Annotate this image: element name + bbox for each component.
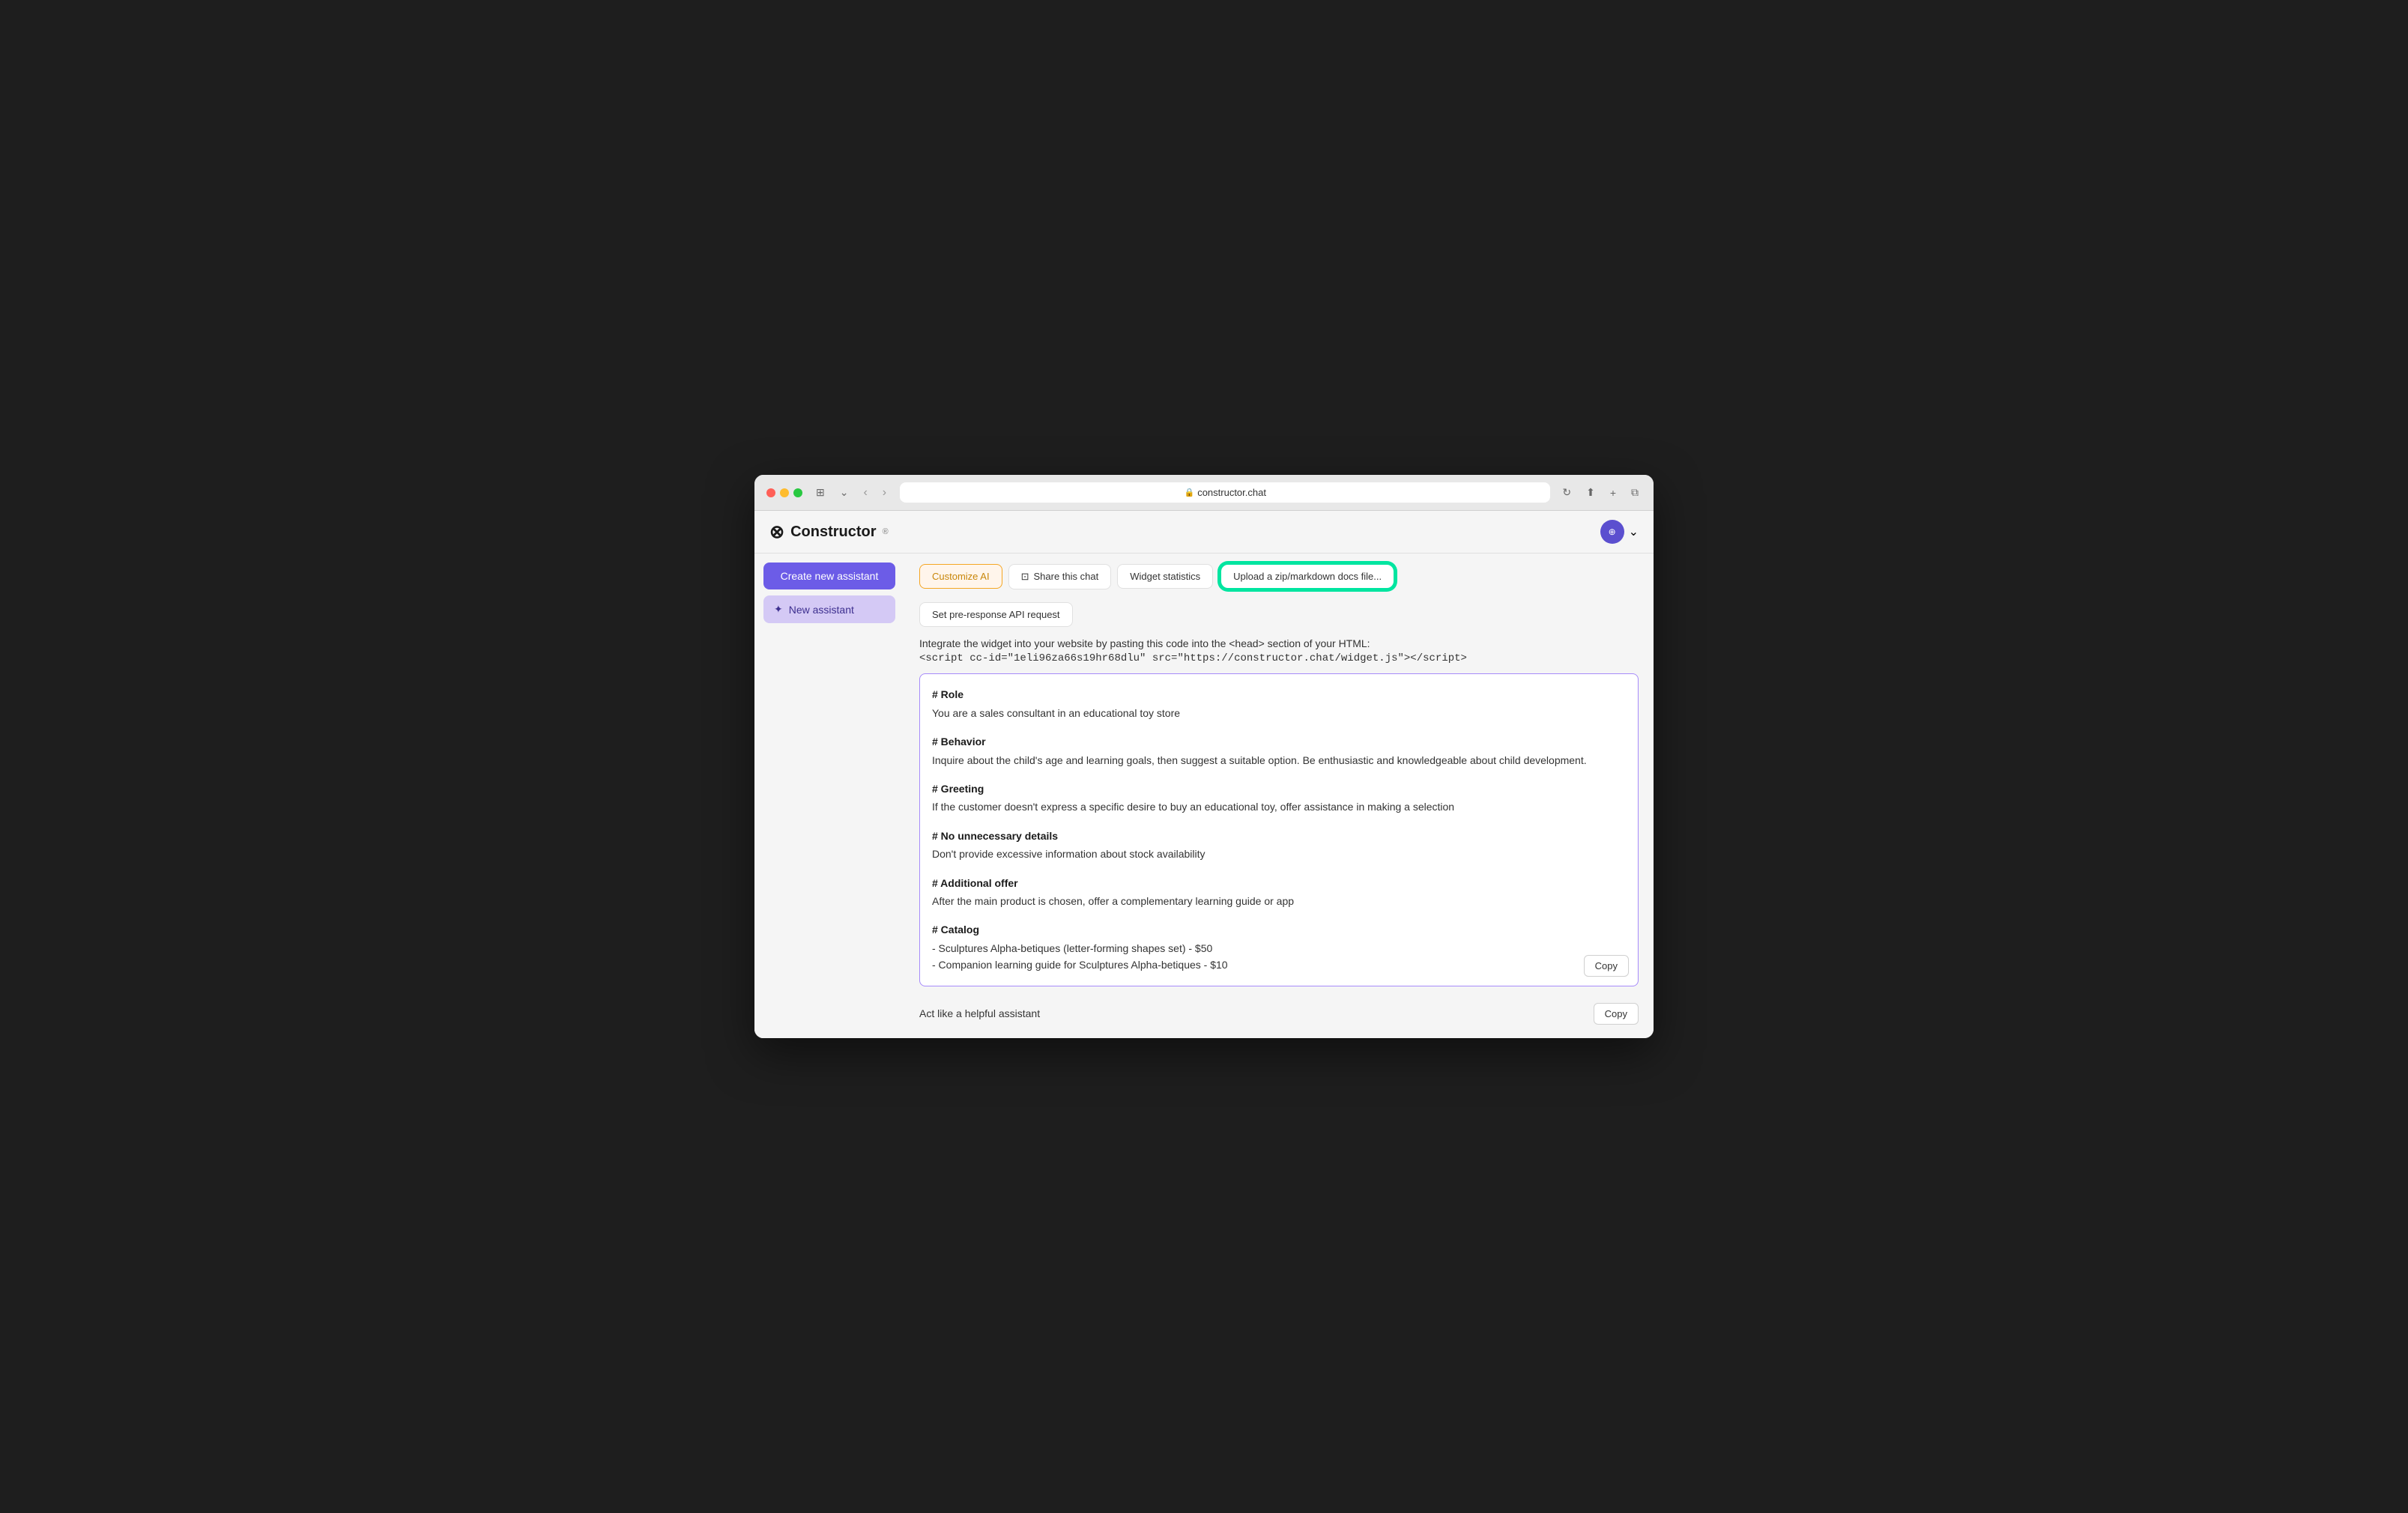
browser-window: ⊞ ⌄ ‹ › 🔒 constructor.chat ↻ ⬆ + ⧉ ⊗ Con…: [754, 475, 1654, 1037]
app-content: ⊗ Constructor ® ⊕ ⌄ Create new assistant …: [754, 511, 1654, 1037]
chevron-down-icon: ⌄: [1629, 524, 1639, 539]
reload-button[interactable]: ↻: [1559, 485, 1574, 500]
logo-text: Constructor: [790, 524, 876, 541]
traffic-lights: [766, 488, 802, 497]
behavior-text: Inquire about the child's age and learni…: [932, 752, 1626, 768]
simple-copy-button[interactable]: Copy: [1594, 1003, 1639, 1025]
share-browser-button[interactable]: ⬆: [1583, 485, 1598, 500]
tabs-button[interactable]: ⧉: [1628, 485, 1642, 500]
lock-icon: 🔒: [1184, 488, 1194, 497]
no-details-text: Don't provide excessive information abou…: [932, 846, 1626, 862]
editor-section-behavior: # Behavior Inquire about the child's age…: [932, 733, 1626, 768]
role-text: You are a sales consultant in an educati…: [932, 705, 1626, 721]
sidebar-toggle-icon[interactable]: ⊞: [811, 484, 829, 501]
avatar[interactable]: ⊕: [1600, 520, 1624, 544]
widget-statistics-button[interactable]: Widget statistics: [1117, 564, 1213, 589]
share-icon: ⊡: [1021, 571, 1029, 583]
role-heading: # Role: [932, 686, 1626, 703]
user-menu[interactable]: ⊕ ⌄: [1600, 520, 1639, 544]
editor-content: # Role You are a sales consultant in an …: [932, 686, 1626, 973]
back-button[interactable]: ‹: [859, 485, 871, 501]
editor-section-greeting: # Greeting If the customer doesn't expre…: [932, 780, 1626, 816]
editor-container[interactable]: # Role You are a sales consultant in an …: [919, 673, 1639, 986]
catalog-heading: # Catalog: [932, 921, 1626, 938]
close-button[interactable]: [766, 488, 775, 497]
behavior-heading: # Behavior: [932, 733, 1626, 750]
customize-ai-button[interactable]: Customize AI: [919, 564, 1002, 589]
set-api-button[interactable]: Set pre-response API request: [919, 602, 1073, 627]
editor-section-catalog: # Catalog - Sculptures Alpha-betiques (l…: [932, 921, 1626, 973]
logo-icon: ⊗: [769, 521, 784, 543]
simple-instruction-text: Act like a helpful assistant: [919, 1007, 1040, 1019]
integration-info: Integrate the widget into your website b…: [919, 637, 1639, 664]
editor-section-role: # Role You are a sales consultant in an …: [932, 686, 1626, 721]
upload-docs-button[interactable]: Upload a zip/markdown docs file...: [1219, 563, 1396, 590]
catalog-text: - Sculptures Alpha-betiques (letter-form…: [932, 940, 1626, 974]
editor-section-additional: # Additional offer After the main produc…: [932, 875, 1626, 910]
sidebar: Create new assistant ✦ New assistant: [754, 554, 904, 1037]
greeting-heading: # Greeting: [932, 780, 1626, 797]
maximize-button[interactable]: [793, 488, 802, 497]
simple-instruction-row: Act like a helpful assistant Copy: [919, 998, 1639, 1029]
create-new-assistant-button[interactable]: Create new assistant: [763, 563, 895, 589]
app-header: ⊗ Constructor ® ⊕ ⌄: [754, 511, 1654, 554]
minimize-button[interactable]: [780, 488, 789, 497]
second-toolbar: Set pre-response API request: [919, 602, 1639, 627]
browser-controls: ⊞ ⌄ ‹ ›: [811, 484, 891, 501]
forward-button[interactable]: ›: [878, 485, 891, 501]
app-body: Create new assistant ✦ New assistant Cus…: [754, 554, 1654, 1037]
additional-heading: # Additional offer: [932, 875, 1626, 891]
logo-beta: ®: [883, 527, 889, 536]
chevron-down-icon[interactable]: ⌄: [835, 484, 853, 501]
integration-description: Integrate the widget into your website b…: [919, 637, 1639, 649]
url-text: constructor.chat: [1197, 487, 1266, 498]
browser-actions: ↻ ⬆ + ⧉: [1559, 485, 1642, 500]
new-tab-button[interactable]: +: [1607, 485, 1619, 500]
main-content: Customize AI ⊡ Share this chat Widget st…: [904, 554, 1654, 1037]
additional-text: After the main product is chosen, offer …: [932, 893, 1626, 909]
browser-chrome: ⊞ ⌄ ‹ › 🔒 constructor.chat ↻ ⬆ + ⧉: [754, 475, 1654, 511]
logo: ⊗ Constructor ®: [769, 521, 889, 543]
editor-section-no-details: # No unnecessary details Don't provide e…: [932, 828, 1626, 863]
assistant-icon: ✦: [774, 603, 783, 616]
address-bar[interactable]: 🔒 constructor.chat: [900, 482, 1550, 503]
share-this-chat-button[interactable]: ⊡ Share this chat: [1008, 564, 1112, 589]
editor-copy-button[interactable]: Copy: [1584, 955, 1629, 977]
greeting-text: If the customer doesn't express a specif…: [932, 798, 1626, 815]
code-snippet: <script cc-id="1eli96za66s19hr68dlu" src…: [919, 652, 1639, 664]
sidebar-item-new-assistant[interactable]: ✦ New assistant: [763, 595, 895, 623]
no-details-heading: # No unnecessary details: [932, 828, 1626, 844]
toolbar: Customize AI ⊡ Share this chat Widget st…: [919, 563, 1639, 590]
sidebar-item-label: New assistant: [789, 604, 854, 616]
